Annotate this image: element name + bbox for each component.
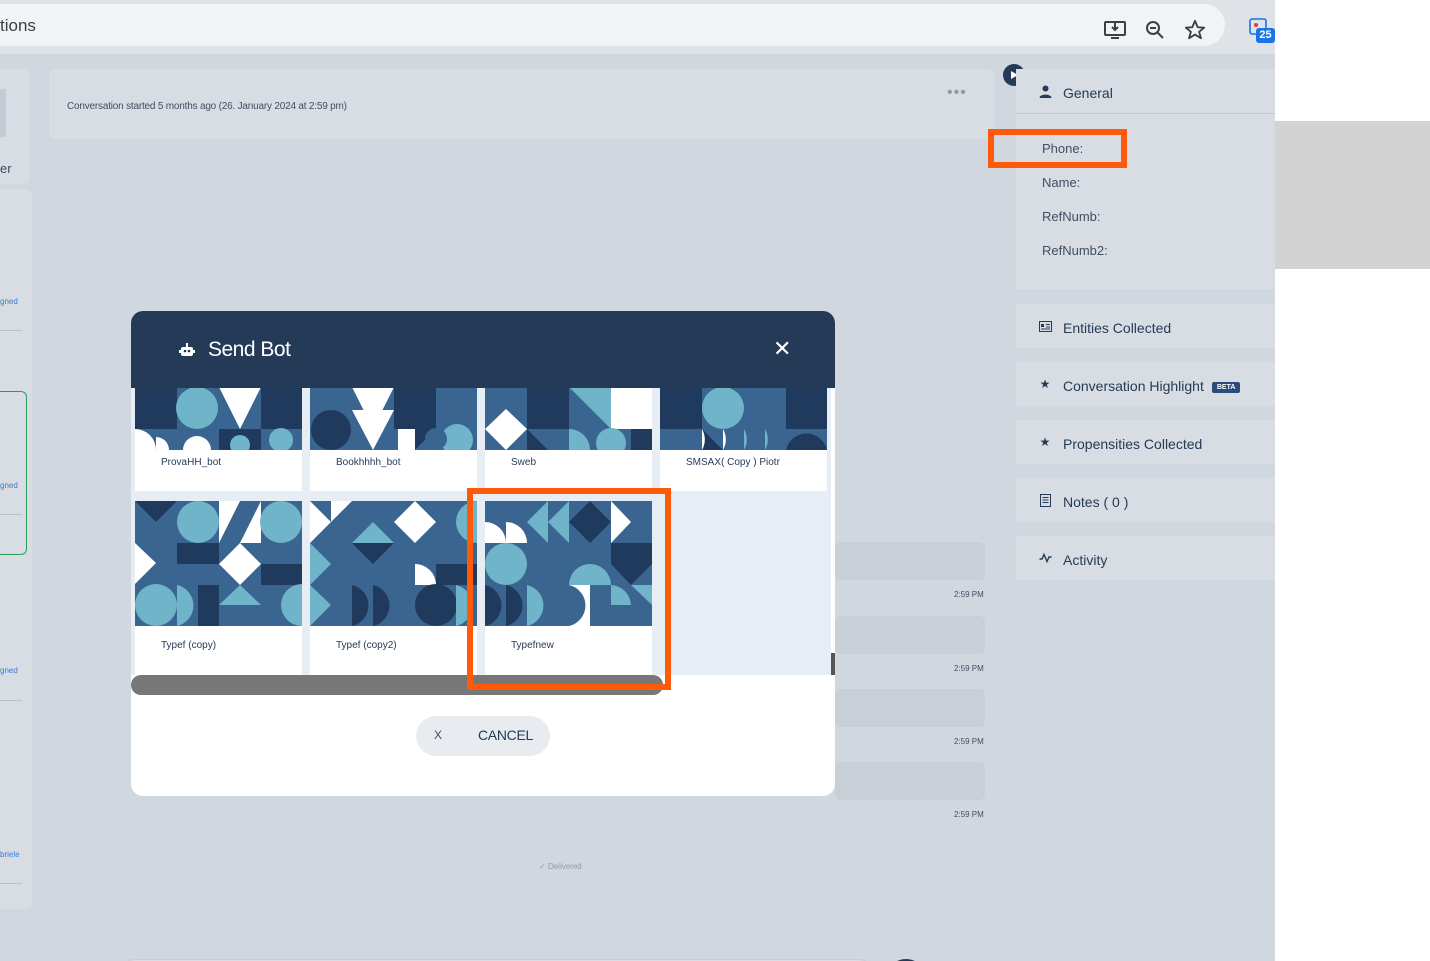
divider bbox=[0, 883, 22, 884]
list-item-status[interactable]: gned bbox=[0, 666, 22, 675]
extension-badge: 25 bbox=[1256, 28, 1275, 43]
entities-collected-section[interactable]: Entities Collected bbox=[1016, 304, 1275, 348]
selected-conversation-outline[interactable] bbox=[0, 391, 27, 555]
left-partial-label: er bbox=[0, 161, 12, 176]
conversation-header: Conversation started 5 months ago (26. J… bbox=[49, 69, 994, 139]
section-title: Notes ( 0 ) bbox=[1063, 494, 1129, 510]
activity-section[interactable]: Activity bbox=[1016, 536, 1275, 580]
address-bar[interactable]: tions bbox=[0, 4, 1225, 46]
star-icon: ★ bbox=[1039, 377, 1051, 391]
notes-icon bbox=[1038, 493, 1052, 507]
list-item-status[interactable]: gned bbox=[0, 297, 22, 306]
close-icon[interactable]: ✕ bbox=[773, 338, 791, 360]
section-title: Conversation Highlight BETA bbox=[1063, 378, 1241, 394]
more-options-icon[interactable]: ••• bbox=[947, 85, 969, 101]
delivered-status: ✓ Delivered bbox=[539, 862, 582, 871]
modal-title: Send Bot bbox=[208, 338, 291, 361]
section-title-text: Conversation Highlight bbox=[1063, 378, 1204, 394]
bot-name: Typef (copy2) bbox=[336, 640, 397, 651]
left-card: er bbox=[0, 69, 30, 184]
bot-name: Typef (copy) bbox=[161, 640, 217, 651]
refnumb-label: RefNumb: bbox=[1042, 209, 1101, 224]
general-section: General Phone: Name: RefNumb: RefNumb2: bbox=[1016, 69, 1275, 289]
bot-name: Bookhhhh_bot bbox=[336, 457, 401, 468]
bot-thumbnail bbox=[660, 388, 827, 450]
message-bubble bbox=[835, 542, 985, 580]
bot-name: Sweb bbox=[511, 457, 537, 468]
browser-toolbar: tions 25 bbox=[0, 0, 1275, 54]
message-time: 2:59 PM bbox=[954, 590, 984, 599]
id-card-icon bbox=[1038, 319, 1052, 333]
propensities-collected-section[interactable]: ★ Propensities Collected bbox=[1016, 420, 1275, 464]
message-time: 2:59 PM bbox=[954, 737, 984, 746]
left-tab[interactable] bbox=[0, 89, 6, 137]
message-time: 2:59 PM bbox=[954, 810, 984, 819]
message-bubble bbox=[835, 616, 985, 654]
zoom-out-icon[interactable] bbox=[1143, 18, 1167, 42]
cancel-button[interactable]: X CANCEL bbox=[416, 716, 550, 756]
divider bbox=[0, 700, 22, 701]
bot-icon bbox=[179, 343, 195, 357]
url-text: tions bbox=[0, 16, 36, 35]
bot-thumbnail bbox=[310, 388, 477, 450]
bot-name: SMSAX( Copy ) Piotr bbox=[686, 457, 780, 468]
user-icon bbox=[1038, 84, 1052, 98]
notes-section[interactable]: Notes ( 0 ) bbox=[1016, 478, 1275, 522]
section-title: Entities Collected bbox=[1063, 320, 1172, 336]
section-title: Activity bbox=[1063, 552, 1108, 568]
star-icon: ★ bbox=[1039, 435, 1051, 449]
grey-placeholder-block bbox=[1275, 121, 1430, 269]
message-bubble bbox=[835, 762, 985, 800]
message-time: 2:59 PM bbox=[954, 664, 984, 673]
bot-thumbnail bbox=[135, 501, 302, 626]
bot-card[interactable]: SMSAX( Copy ) Piotr bbox=[660, 388, 827, 491]
bot-card[interactable]: Typef (copy2) bbox=[310, 501, 477, 675]
bot-card[interactable]: ProvaHH_bot bbox=[135, 388, 302, 491]
divider bbox=[0, 330, 22, 331]
cancel-label: CANCEL bbox=[478, 727, 533, 743]
modal-header: Send Bot ✕ bbox=[131, 311, 835, 388]
bot-thumbnail bbox=[135, 388, 302, 450]
delivered-label: Delivered bbox=[547, 862, 582, 871]
message-bubble bbox=[835, 689, 985, 727]
typefnew-card-highlight bbox=[467, 488, 671, 690]
bot-card[interactable]: Typef (copy) bbox=[135, 501, 302, 675]
activity-icon bbox=[1038, 551, 1052, 565]
install-icon[interactable] bbox=[1103, 18, 1127, 42]
name-label: Name: bbox=[1042, 175, 1081, 190]
general-title: General bbox=[1063, 85, 1113, 101]
section-title: Propensities Collected bbox=[1063, 436, 1203, 452]
refnumb2-label: RefNumb2: bbox=[1042, 243, 1108, 258]
conversation-started-text: Conversation started 5 months ago (26. J… bbox=[67, 101, 347, 112]
general-header[interactable]: General bbox=[1016, 69, 1275, 114]
bot-name: ProvaHH_bot bbox=[161, 457, 222, 468]
bookmark-star-icon[interactable] bbox=[1183, 18, 1207, 42]
bot-card[interactable]: Sweb bbox=[485, 388, 652, 491]
beta-badge: BETA bbox=[1211, 382, 1241, 393]
conversation-highlight-section[interactable]: ★ Conversation Highlight BETA bbox=[1016, 362, 1275, 406]
phone-field-highlight bbox=[988, 129, 1127, 168]
vertical-scrollbar[interactable] bbox=[831, 653, 835, 675]
bot-card[interactable]: Bookhhhh_bot bbox=[310, 388, 477, 491]
bot-thumbnail bbox=[310, 501, 477, 626]
list-item-status[interactable]: briele bbox=[0, 850, 22, 859]
bot-thumbnail bbox=[485, 388, 652, 450]
cancel-x-icon: X bbox=[434, 728, 443, 742]
